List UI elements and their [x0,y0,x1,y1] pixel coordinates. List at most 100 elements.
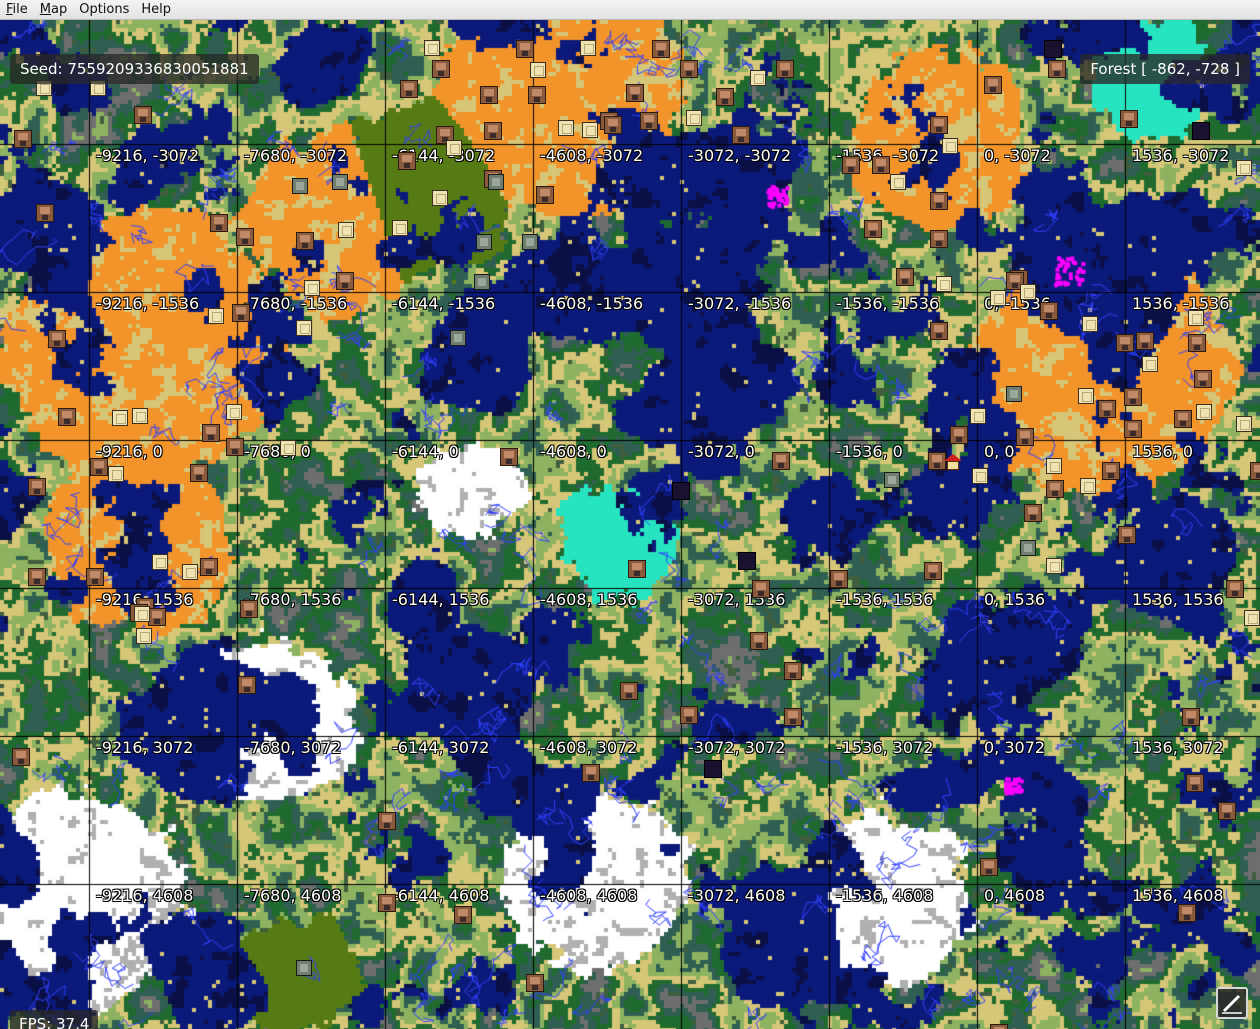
village-icon[interactable] [1136,332,1154,350]
village-icon[interactable] [984,76,1002,94]
stronghold-icon[interactable] [474,274,490,290]
stronghold-icon[interactable] [292,178,308,194]
stronghold-icon[interactable] [476,234,492,250]
village-icon[interactable] [776,60,794,78]
village-icon[interactable] [232,304,250,322]
village-icon[interactable] [1250,462,1260,480]
temple-icon[interactable] [686,110,702,126]
village-icon[interactable] [1098,400,1116,418]
temple-icon[interactable] [338,222,354,238]
stronghold-icon[interactable] [1020,540,1036,556]
village-icon[interactable] [680,706,698,724]
stronghold-icon[interactable] [450,330,466,346]
temple-icon[interactable] [750,70,766,86]
village-icon[interactable] [14,130,32,148]
village-icon[interactable] [236,228,254,246]
spawn-icon[interactable] [944,454,962,470]
village-icon[interactable] [1188,334,1206,352]
village-icon[interactable] [1116,334,1134,352]
village-icon[interactable] [752,580,770,598]
temple-icon[interactable] [108,466,124,482]
monument-icon[interactable] [704,760,722,778]
village-icon[interactable] [1226,580,1244,598]
menu-map[interactable]: Map [34,0,73,20]
village-icon[interactable] [1046,480,1064,498]
village-icon[interactable] [604,116,622,134]
stronghold-icon[interactable] [296,960,312,976]
village-icon[interactable] [1120,110,1138,128]
village-icon[interactable] [716,88,734,106]
stronghold-icon[interactable] [332,174,348,190]
menu-help[interactable]: Help [135,0,177,20]
stronghold-icon[interactable] [884,472,900,488]
village-icon[interactable] [626,84,644,102]
village-icon[interactable] [620,682,638,700]
village-icon[interactable] [500,448,518,466]
village-icon[interactable] [1118,526,1136,544]
temple-icon[interactable] [226,404,242,420]
village-icon[interactable] [652,40,670,58]
village-icon[interactable] [200,558,218,576]
village-icon[interactable] [432,60,450,78]
village-icon[interactable] [1178,904,1196,922]
temple-icon[interactable] [1046,458,1062,474]
village-icon[interactable] [1194,370,1212,388]
village-icon[interactable] [378,894,396,912]
temple-icon[interactable] [580,40,596,56]
village-icon[interactable] [950,426,968,444]
village-icon[interactable] [1124,388,1142,406]
village-icon[interactable] [48,330,66,348]
village-icon[interactable] [528,86,546,104]
village-icon[interactable] [90,458,108,476]
temple-icon[interactable] [208,308,224,324]
village-icon[interactable] [516,40,534,58]
temple-icon[interactable] [530,62,546,78]
temple-icon[interactable] [942,138,958,154]
monument-icon[interactable] [672,482,690,500]
temple-icon[interactable] [1188,310,1204,326]
village-icon[interactable] [28,478,46,496]
temple-icon[interactable] [1142,356,1158,372]
village-icon[interactable] [1102,462,1120,480]
seed-display[interactable]: Seed: 7559209336830051881 [10,54,259,84]
temple-icon[interactable] [1196,404,1212,420]
stronghold-icon[interactable] [1006,386,1022,402]
village-icon[interactable] [930,192,948,210]
village-icon[interactable] [750,632,768,650]
temple-icon[interactable] [112,410,128,426]
village-icon[interactable] [202,424,220,442]
village-icon[interactable] [980,858,998,876]
temple-icon[interactable] [152,554,168,570]
village-icon[interactable] [480,86,498,104]
stronghold-icon[interactable] [522,234,538,250]
temple-icon[interactable] [990,290,1006,306]
village-icon[interactable] [398,152,416,170]
village-icon[interactable] [86,568,104,586]
temple-icon[interactable] [132,408,148,424]
village-icon[interactable] [1124,420,1142,438]
village-icon[interactable] [1016,428,1034,446]
temple-icon[interactable] [1080,478,1096,494]
temple-icon[interactable] [432,190,448,206]
biome-map-canvas[interactable] [0,20,1260,1029]
village-icon[interactable] [336,272,354,290]
temple-icon[interactable] [1020,284,1036,300]
village-icon[interactable] [28,568,46,586]
village-icon[interactable] [842,156,860,174]
temple-icon[interactable] [1046,558,1062,574]
temple-icon[interactable] [970,408,986,424]
village-icon[interactable] [864,220,882,238]
temple-icon[interactable] [972,468,988,484]
monument-icon[interactable] [1044,40,1062,58]
temple-icon[interactable] [446,140,462,156]
village-icon[interactable] [36,204,54,222]
temple-icon[interactable] [280,440,296,456]
village-icon[interactable] [210,214,228,232]
village-icon[interactable] [1174,410,1192,428]
temple-icon[interactable] [558,120,574,136]
village-icon[interactable] [134,106,152,124]
village-icon[interactable] [872,156,890,174]
village-icon[interactable] [526,974,544,992]
temple-icon[interactable] [1236,416,1252,432]
village-icon[interactable] [378,812,396,830]
